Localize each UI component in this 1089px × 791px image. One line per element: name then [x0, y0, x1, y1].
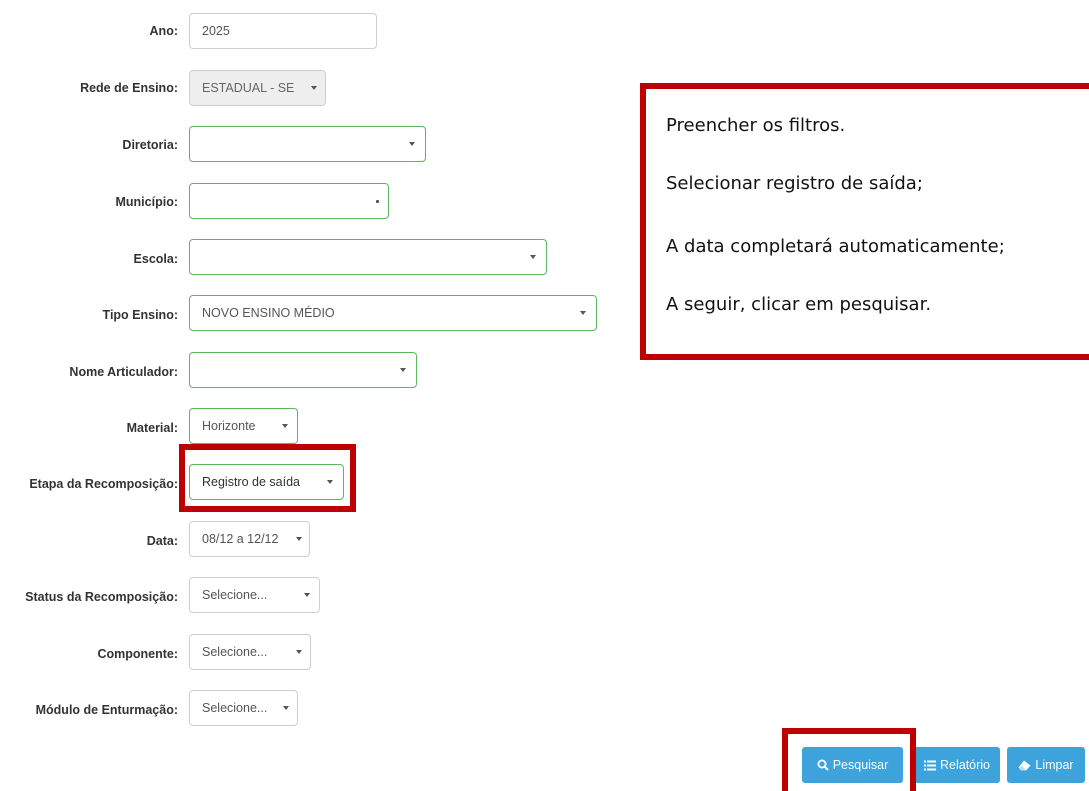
material-value: Horizonte	[202, 419, 256, 433]
caret-down-icon	[580, 311, 586, 315]
tipo-ensino-label: Tipo Ensino:	[102, 308, 178, 322]
escola-select[interactable]	[189, 239, 547, 275]
relatorio-button[interactable]: Relatório	[914, 747, 1000, 783]
status-select[interactable]: Selecione...	[189, 577, 320, 613]
caret-down-icon	[283, 706, 289, 710]
eraser-icon	[1018, 760, 1031, 770]
articulador-select[interactable]	[189, 352, 417, 388]
pesquisar-highlight-box	[782, 728, 916, 791]
ano-input[interactable]: 2025	[189, 13, 377, 49]
ano-value: 2025	[202, 24, 230, 38]
componente-select[interactable]: Selecione...	[189, 634, 311, 670]
ano-label: Ano:	[149, 24, 178, 38]
caret-down-icon	[376, 200, 379, 203]
caret-down-icon	[311, 86, 317, 90]
componente-label: Componente:	[97, 647, 178, 661]
etapa-label: Etapa da Recomposição:	[29, 477, 178, 491]
municipio-select[interactable]	[189, 183, 389, 219]
status-value: Selecione...	[202, 588, 268, 602]
caret-down-icon	[296, 537, 302, 541]
instruction-1: Preencher os filtros.	[666, 115, 846, 136]
limpar-label: Limpar	[1035, 758, 1074, 772]
escola-label: Escola:	[133, 252, 178, 266]
caret-down-icon	[282, 424, 288, 428]
caret-down-icon	[409, 142, 415, 146]
data-label: Data:	[146, 534, 178, 548]
rede-ensino-label: Rede de Ensino:	[80, 81, 178, 95]
relatorio-label: Relatório	[939, 758, 991, 772]
material-select[interactable]: Horizonte	[189, 408, 298, 444]
diretoria-label: Diretoria:	[122, 138, 178, 152]
articulador-label: Nome Articulador:	[69, 365, 178, 379]
material-label: Material:	[126, 421, 178, 435]
instruction-3: A data completará automaticamente;	[666, 236, 1005, 257]
etapa-highlight-box	[179, 444, 356, 512]
instruction-2: Selecionar registro de saída;	[666, 173, 923, 194]
status-label: Status da Recomposição:	[25, 590, 178, 604]
diretoria-select[interactable]	[189, 126, 426, 162]
municipio-label: Município:	[115, 195, 179, 209]
data-value: 08/12 a 12/12	[202, 532, 279, 546]
caret-down-icon	[304, 593, 310, 597]
modulo-label: Módulo de Enturmação:	[35, 703, 178, 717]
tipo-ensino-value: NOVO ENSINO MÉDIO	[202, 306, 335, 320]
caret-down-icon	[296, 650, 302, 654]
modulo-value: Selecione...	[202, 701, 268, 715]
rede-ensino-value: ESTADUAL - SE	[202, 81, 295, 95]
list-icon	[923, 760, 936, 770]
caret-down-icon	[400, 368, 406, 372]
data-select[interactable]: 08/12 a 12/12	[189, 521, 310, 557]
componente-value: Selecione...	[202, 645, 268, 659]
limpar-button[interactable]: Limpar	[1007, 747, 1085, 783]
instruction-4: A seguir, clicar em pesquisar.	[666, 294, 932, 315]
caret-down-icon	[530, 255, 536, 259]
modulo-select[interactable]: Selecione...	[189, 690, 298, 726]
rede-ensino-select[interactable]: ESTADUAL - SE	[189, 70, 326, 106]
tipo-ensino-select[interactable]: NOVO ENSINO MÉDIO	[189, 295, 597, 331]
